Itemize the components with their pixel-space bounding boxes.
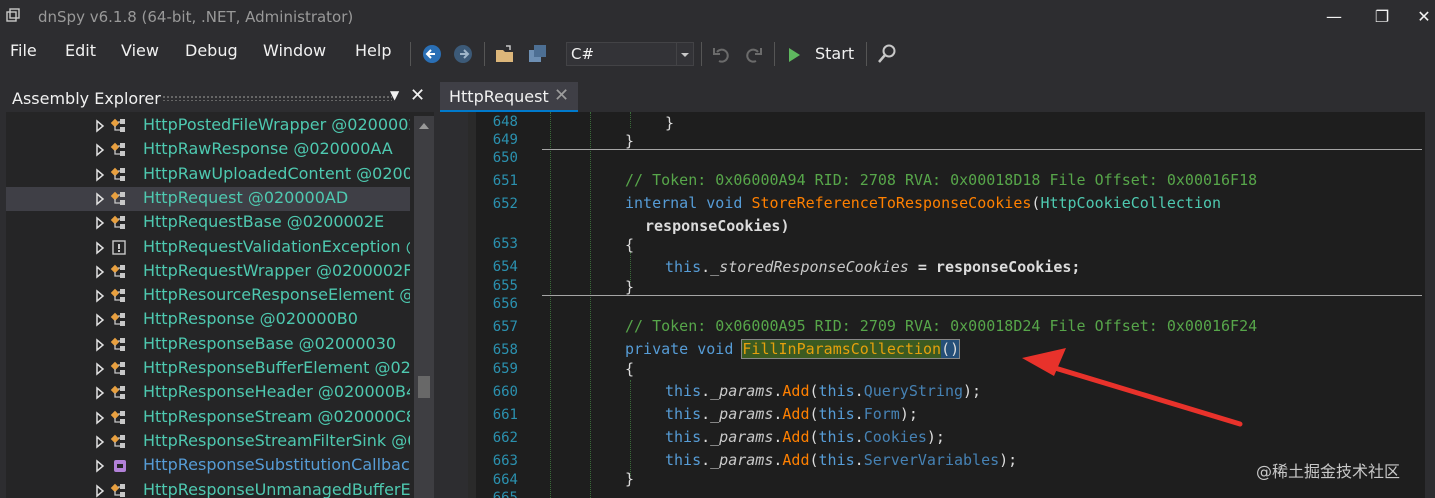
watermark: @稀土掘金技术社区 [1256, 462, 1401, 481]
annotation-arrow [1022, 348, 1243, 427]
